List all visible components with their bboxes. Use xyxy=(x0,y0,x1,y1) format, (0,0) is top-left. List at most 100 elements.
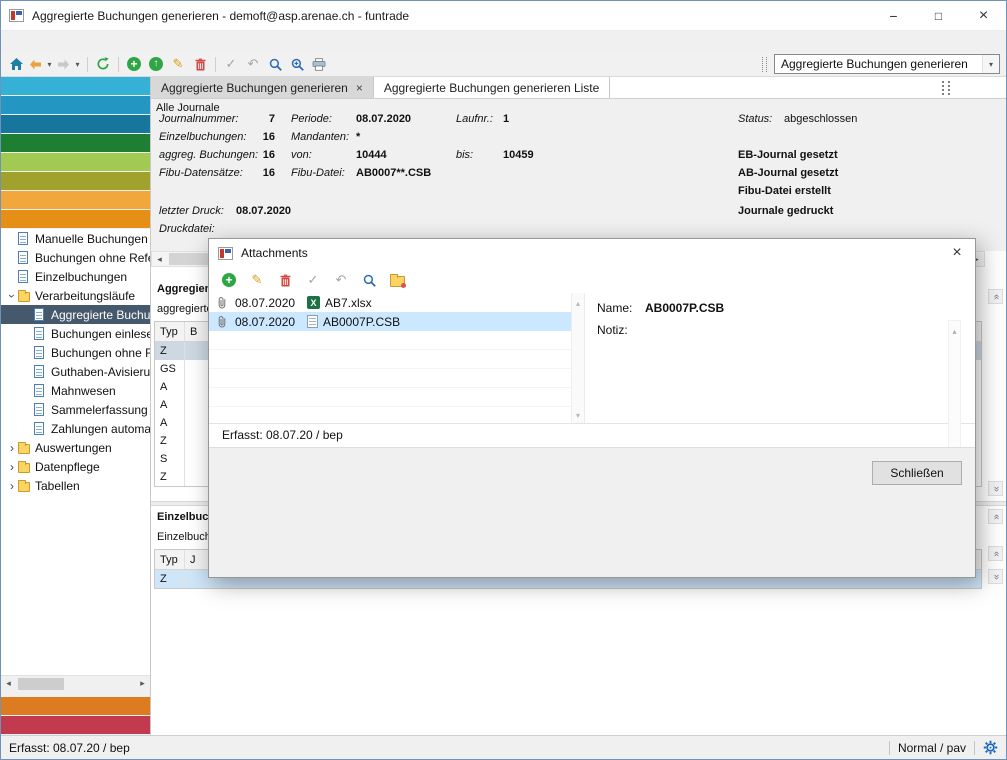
tree-item[interactable]: Einzelbuchungen xyxy=(1,267,150,286)
undo-button[interactable] xyxy=(242,53,264,75)
dialog-title: Attachments xyxy=(241,246,308,260)
scroll-up-icon[interactable] xyxy=(576,295,580,309)
delete-button[interactable] xyxy=(189,53,211,75)
sidebar-category[interactable] xyxy=(1,697,150,715)
window-title: Aggregierte Buchungen generieren - demof… xyxy=(32,9,409,23)
attachment-delete-button[interactable] xyxy=(274,269,296,291)
fibu-datensaetze-value: 16 xyxy=(159,167,275,179)
attachments-scrollbar[interactable] xyxy=(571,293,584,423)
attachment-undo-button[interactable] xyxy=(330,269,352,291)
back-history-dropdown[interactable] xyxy=(44,53,55,75)
grid1-scroll-down-button[interactable] xyxy=(988,481,1003,496)
tree-item[interactable]: Buchungen einlese xyxy=(1,324,150,343)
home-button[interactable] xyxy=(5,53,27,75)
menu-item[interactable] xyxy=(3,39,19,45)
column-typ[interactable]: Typ xyxy=(155,322,185,341)
cell-typ: GS xyxy=(155,360,185,378)
name-label: Name: xyxy=(597,301,632,315)
tree-item[interactable]: Verarbeitungsläufe xyxy=(1,286,150,305)
sidebar-category[interactable] xyxy=(1,96,150,114)
navigation-combobox-value: Aggregierte Buchungen generieren xyxy=(775,57,982,71)
attachment-row[interactable]: 08.07.2020 AB7.xlsx xyxy=(209,293,584,312)
sidebar-category[interactable] xyxy=(1,77,150,95)
search-list-button[interactable] xyxy=(286,53,308,75)
scroll-up-icon[interactable] xyxy=(952,323,956,337)
edit-button[interactable] xyxy=(167,53,189,75)
add-button[interactable] xyxy=(123,53,145,75)
dialog-toolbar xyxy=(209,267,975,293)
sidebar-category[interactable] xyxy=(1,172,150,190)
forward-button[interactable] xyxy=(55,53,72,75)
toolbar-grip[interactable] xyxy=(762,57,767,72)
grid2-scroll-up2-button[interactable] xyxy=(988,546,1003,561)
save-button[interactable] xyxy=(220,53,242,75)
tab-close-icon[interactable] xyxy=(356,81,363,95)
tree-item[interactable]: Datenpflege xyxy=(1,457,150,476)
sidebar-category[interactable] xyxy=(1,115,150,133)
attachments-list: 08.07.2020 AB7.xlsx 08.07.2020 AB0007P. xyxy=(209,293,585,423)
status-label: Status: xyxy=(738,113,772,125)
menu-item[interactable] xyxy=(67,39,83,45)
attachment-open-folder-button[interactable] xyxy=(386,269,408,291)
sidebar-category[interactable] xyxy=(1,191,150,209)
sidebar-category[interactable] xyxy=(1,716,150,734)
scrollbar-track[interactable] xyxy=(16,676,135,692)
menu-item[interactable] xyxy=(35,39,51,45)
list-empty-rows xyxy=(209,331,571,421)
back-button[interactable] xyxy=(27,53,44,75)
tree-item[interactable]: Tabellen xyxy=(1,476,150,495)
tab-options-icon[interactable] xyxy=(942,81,950,95)
grid2-scroll-down-button[interactable] xyxy=(988,569,1003,584)
tree-item[interactable]: Mahnwesen xyxy=(1,381,150,400)
grid1-scroll-up-button[interactable] xyxy=(988,289,1003,304)
tab-aggregierte-buchungen-generieren-liste[interactable]: Aggregierte Buchungen generieren Liste xyxy=(374,77,610,98)
close-button[interactable] xyxy=(961,1,1006,31)
trash-icon xyxy=(280,274,291,287)
scroll-down-icon[interactable] xyxy=(576,407,580,421)
combobox-dropdown-icon[interactable] xyxy=(982,55,999,73)
statusbar-separator xyxy=(974,741,975,755)
tree-item[interactable]: Zahlungen automat xyxy=(1,419,150,438)
menu-item[interactable] xyxy=(51,39,67,45)
sidebar-category[interactable] xyxy=(1,134,150,152)
attachment-row[interactable]: 08.07.2020 AB0007P.CSB xyxy=(209,312,584,331)
paperclip-icon xyxy=(209,296,235,309)
tree-item[interactable]: Auswertungen xyxy=(1,438,150,457)
scroll-left-icon[interactable] xyxy=(152,251,167,267)
attachment-save-button[interactable] xyxy=(302,269,324,291)
sidebar-horizontal-scrollbar[interactable] xyxy=(1,675,150,691)
column-typ[interactable]: Typ xyxy=(155,550,185,569)
attachment-search-button[interactable] xyxy=(358,269,380,291)
grid2-scroll-up-button[interactable] xyxy=(988,509,1003,524)
forward-history-dropdown[interactable] xyxy=(72,53,83,75)
tree-item[interactable]: Aggregierte Buchun xyxy=(1,305,150,324)
import-button[interactable] xyxy=(145,53,167,75)
schliessen-button[interactable]: Schließen xyxy=(872,461,962,485)
tree-item[interactable]: Guthaben-Avisierung xyxy=(1,362,150,381)
settings-gear-button[interactable] xyxy=(983,740,998,755)
navigation-combobox[interactable]: Aggregierte Buchungen generieren xyxy=(774,54,1000,74)
print-button[interactable] xyxy=(308,53,330,75)
search-button[interactable] xyxy=(264,53,286,75)
tree-item[interactable]: Sammelerfassung S xyxy=(1,400,150,419)
scroll-left-icon[interactable] xyxy=(1,676,16,692)
scrollbar-thumb[interactable] xyxy=(18,678,64,690)
attachment-edit-button[interactable] xyxy=(246,269,268,291)
tab-aggregierte-buchungen-generieren[interactable]: Aggregierte Buchungen generieren xyxy=(151,77,374,98)
sidebar-category[interactable] xyxy=(1,153,150,171)
scroll-right-icon[interactable] xyxy=(135,676,150,692)
tree-item[interactable]: Buchungen ohne R xyxy=(1,343,150,362)
minimize-button[interactable] xyxy=(871,1,916,31)
attachment-add-button[interactable] xyxy=(218,269,240,291)
notiz-scrollbar[interactable] xyxy=(948,320,961,462)
dialog-close-button[interactable] xyxy=(939,239,975,267)
periode-label: Periode: xyxy=(291,113,332,125)
refresh-button[interactable] xyxy=(92,53,114,75)
tree-item[interactable]: Manuelle Buchungen xyxy=(1,229,150,248)
menu-item[interactable] xyxy=(19,39,35,45)
tree-item[interactable]: Buchungen ohne Refe xyxy=(1,248,150,267)
sidebar-category[interactable] xyxy=(1,210,150,228)
attachment-detail: Name: AB0007P.CSB Notiz: Wichtig: Org.Ei… xyxy=(585,293,975,423)
maximize-button[interactable] xyxy=(916,1,961,31)
paperclip-icon xyxy=(209,315,235,328)
